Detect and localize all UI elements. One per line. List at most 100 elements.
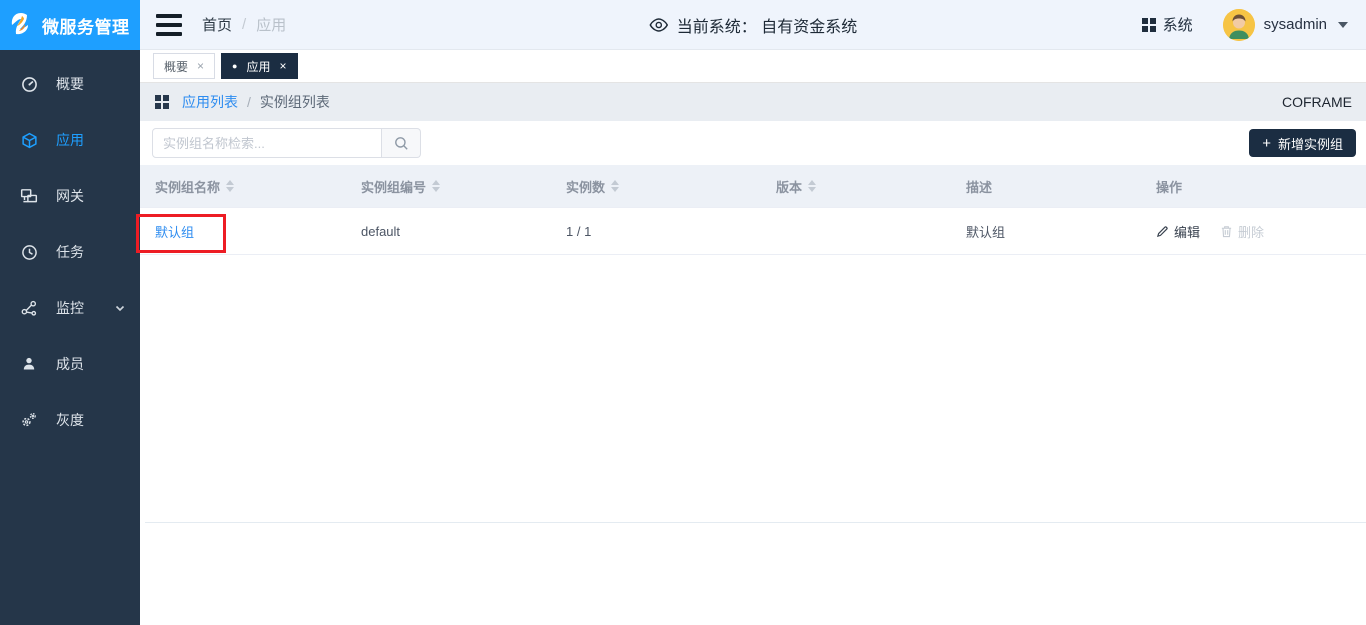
table-header-row: 实例组名称 实例组编号 实例数 版本 描述 操作 [140,165,1366,207]
delete-action[interactable]: 删除 [1220,222,1264,241]
sidebar-item-label: 任务 [56,244,84,260]
system-menu[interactable]: 系统 [1141,14,1193,35]
tab-label: 应用 [246,59,271,74]
chevron-down-icon [114,302,126,314]
search-button[interactable] [382,128,421,158]
tab-overview[interactable]: 概要 × [153,53,216,79]
topbar-right: 系统 sysadmin [1141,8,1348,41]
grid-icon [1141,17,1156,32]
column-header-version[interactable]: 版本 [760,177,950,196]
breadcrumb-instance-group-list: 实例组列表 [259,94,330,110]
close-icon[interactable]: × [197,59,204,73]
eye-icon [649,18,669,32]
open-tabs-bar: 概要 × ● 应用 × [140,50,1366,83]
active-dot-icon: ● [232,60,238,71]
column-header-label: 实例组名称 [155,179,221,195]
gauge-icon [20,75,38,93]
sort-icon[interactable] [808,180,817,192]
delete-label: 删除 [1238,224,1265,240]
tab-label: 概要 [164,59,189,74]
breadcrumb-separator: / [242,16,247,33]
search-input[interactable] [152,128,382,158]
gears-icon [20,411,38,429]
sidebar-item-monitoring[interactable]: 监控 [0,280,140,336]
column-header-code[interactable]: 实例组编号 [345,177,550,196]
system-menu-label: 系统 [1162,17,1193,34]
content-bottom-divider [145,522,1366,523]
share-nodes-icon [20,299,38,317]
trash-icon [1220,225,1233,238]
username-label: sysadmin [1263,16,1327,33]
sort-icon[interactable] [432,180,441,192]
app-window: 微服务管理 概要 应用 网关 任务 监控 成员 灰度 首页 / 应用 当前系统：… [0,0,1366,625]
brand-title: 微服务管理 [42,17,130,37]
sort-icon[interactable] [226,180,235,192]
close-icon[interactable]: × [279,59,286,73]
clock-icon [20,243,38,261]
cube-icon [20,131,38,149]
toolbar: + 新增实例组 [140,121,1366,165]
plus-icon: + [1262,134,1271,152]
edit-action[interactable]: 编辑 [1156,222,1200,241]
coframe-label: COFRAME [1282,94,1352,110]
brand-logo[interactable]: 微服务管理 [0,0,140,50]
sidebar-item-label: 概要 [56,76,84,92]
column-header-name[interactable]: 实例组名称 [140,177,345,196]
sidebar-item-label: 成员 [56,356,84,372]
column-header-label: 版本 [776,179,803,195]
add-instance-group-button[interactable]: + 新增实例组 [1249,129,1356,157]
current-system-label: 当前系统： 自有资金系统 [676,19,858,36]
sidebar-item-tasks[interactable]: 任务 [0,224,140,280]
cell-group-name: 默认组 [140,222,345,241]
breadcrumb-separator: / [247,94,251,110]
breadcrumb-current: 应用 [256,17,287,34]
sidebar: 微服务管理 概要 应用 网关 任务 监控 成员 灰度 [0,0,140,625]
sidebar-item-label: 网关 [56,188,84,204]
avatar [1222,8,1255,41]
column-header-label: 操作 [1156,179,1183,195]
cell-actions: 编辑 删除 [1140,222,1366,241]
column-header-label: 实例数 [566,179,606,195]
sidebar-item-applications[interactable]: 应用 [0,112,140,168]
user-icon [20,355,38,373]
sidebar-item-gateway[interactable]: 网关 [0,168,140,224]
sort-icon[interactable] [611,180,620,192]
grid-icon [155,95,169,109]
page-breadcrumb-bar: 应用列表 / 实例组列表 COFRAME [140,83,1366,121]
breadcrumb: 首页 / 应用 [202,14,286,35]
sidebar-item-label: 应用 [56,132,84,148]
topbar: 首页 / 应用 当前系统： 自有资金系统 系统 sysadmin [140,0,1366,50]
column-header-label: 描述 [966,179,993,195]
table-row: 默认组 default 1 / 1 默认组 编辑 删除 [140,207,1366,255]
cell-group-code: default [361,223,401,239]
pencil-icon [1156,225,1169,238]
sidebar-item-gray-release[interactable]: 灰度 [0,392,140,448]
instance-group-name-link[interactable]: 默认组 [155,225,194,240]
brand-logo-icon [6,10,36,40]
breadcrumb-home[interactable]: 首页 [202,14,232,35]
sidebar-item-label: 灰度 [56,412,84,428]
column-header-description: 描述 [950,177,1140,196]
tab-applications[interactable]: ● 应用 × [221,53,298,79]
edit-label: 编辑 [1174,224,1201,240]
hamburger-menu-icon[interactable] [156,13,182,36]
user-menu[interactable]: sysadmin [1222,8,1348,41]
main-area: 首页 / 应用 当前系统： 自有资金系统 系统 sysadmin 概要 × ● … [140,0,1366,625]
search-group [152,128,421,158]
column-header-label: 实例组编号 [361,179,427,195]
sidebar-item-label: 监控 [56,300,84,316]
gateway-icon [20,187,38,205]
column-header-actions: 操作 [1140,177,1366,196]
current-system-indicator: 当前系统： 自有资金系统 [649,0,857,50]
cell-instance-count: 1 / 1 [566,223,592,239]
column-header-instances[interactable]: 实例数 [550,177,760,196]
sidebar-item-members[interactable]: 成员 [0,336,140,392]
sidebar-item-overview[interactable]: 概要 [0,56,140,112]
breadcrumb-app-list-link[interactable]: 应用列表 [182,92,238,112]
sidebar-nav: 概要 应用 网关 任务 监控 成员 灰度 [0,50,140,448]
add-instance-group-label: 新增实例组 [1277,136,1343,152]
search-icon [394,136,409,151]
cell-description: 默认组 [966,224,1006,240]
instance-group-table: 实例组名称 实例组编号 实例数 版本 描述 操作 默认组 default 1 /… [140,165,1366,255]
caret-down-icon [1338,21,1348,28]
